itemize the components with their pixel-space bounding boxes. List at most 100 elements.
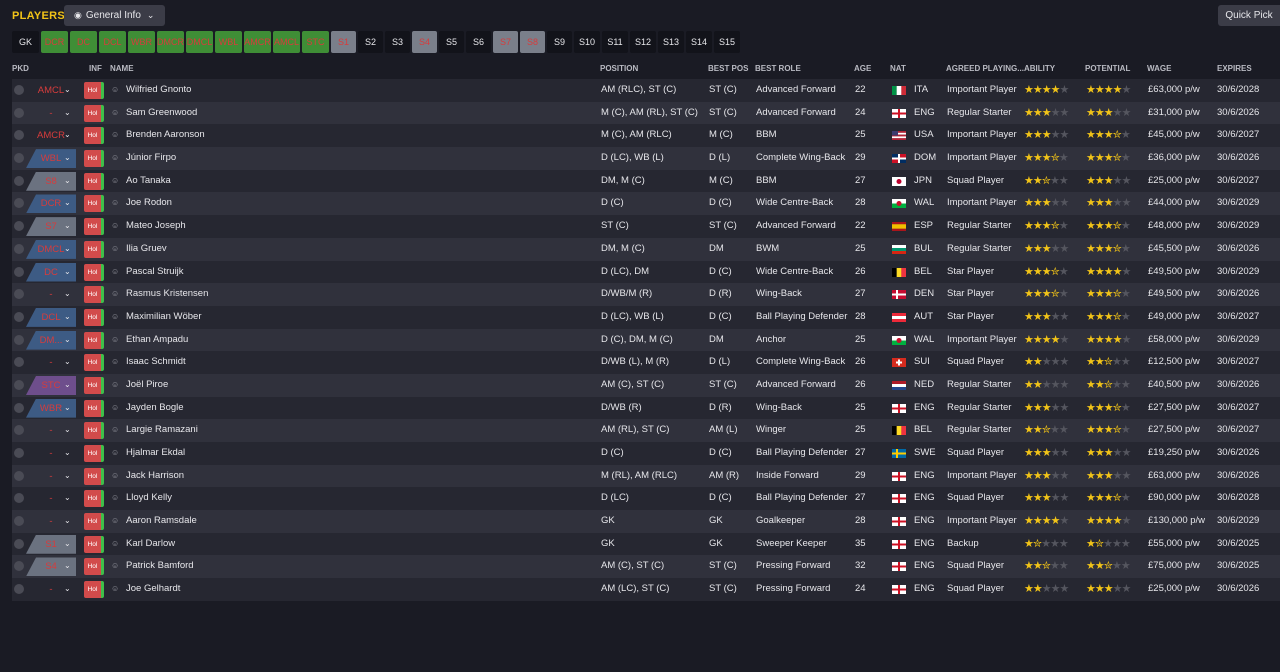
chevron-down-icon[interactable]: ⌄: [64, 465, 71, 488]
player-name[interactable]: Jack Harrison: [126, 465, 184, 488]
chevron-down-icon[interactable]: ⌄: [64, 329, 71, 352]
slot-dcl[interactable]: DCL: [99, 31, 126, 53]
table-row[interactable]: WBR ⌄ Hol ☺ Jayden Bogle D/WB (R) D (R) Wing-Ba…: [12, 396, 1280, 420]
col-wage[interactable]: WAGE: [1147, 64, 1171, 73]
table-row[interactable]: DM... ⌄ Hol ☺ Ethan Ampadu D (C), DM, M (C) DM…: [12, 328, 1280, 352]
chevron-down-icon[interactable]: ⌄: [64, 124, 71, 147]
player-name[interactable]: Isaac Schmidt: [126, 351, 186, 374]
table-row[interactable]: - ⌄ Hol ☺ Jack Harrison M (RL), AM (RLC) AM (R…: [12, 464, 1280, 488]
player-name[interactable]: Mateo Joseph: [126, 215, 186, 238]
player-name[interactable]: Lloyd Kelly: [126, 487, 172, 510]
slot-s14[interactable]: S14: [686, 31, 712, 53]
player-name[interactable]: Ao Tanaka: [126, 170, 171, 193]
player-name[interactable]: Largie Ramazani: [126, 419, 198, 442]
select-checkbox[interactable]: [14, 379, 24, 390]
player-name[interactable]: Wilfried Gnonto: [126, 79, 191, 102]
slot-s11[interactable]: S11: [602, 31, 628, 53]
quick-pick-button[interactable]: Quick Pick: [1218, 5, 1280, 26]
table-row[interactable]: - ⌄ Hol ☺ Rasmus Kristensen D/WB/M (R) D (R) Wi…: [12, 283, 1280, 306]
col-expires[interactable]: EXPIRES: [1217, 64, 1252, 73]
col-potential[interactable]: POTENTIAL: [1085, 64, 1130, 73]
player-name[interactable]: Rasmus Kristensen: [126, 283, 208, 306]
select-checkbox[interactable]: [14, 289, 24, 300]
chevron-down-icon[interactable]: ⌄: [64, 533, 71, 556]
select-checkbox[interactable]: [14, 402, 24, 413]
chevron-down-icon[interactable]: ⌄: [64, 238, 71, 261]
col-ability[interactable]: ABILITY: [1024, 64, 1055, 73]
table-row[interactable]: DCR ⌄ Hol ☺ Joe Rodon D (C) D (C) Wide Centre-B…: [12, 192, 1280, 216]
player-name[interactable]: Joël Piroe: [126, 374, 168, 397]
chevron-down-icon[interactable]: ⌄: [64, 283, 71, 306]
select-checkbox[interactable]: [14, 85, 24, 95]
slot-wbl[interactable]: WBL: [215, 31, 242, 53]
select-checkbox[interactable]: [14, 311, 24, 322]
player-name[interactable]: Patrick Bamford: [126, 555, 194, 578]
chevron-down-icon[interactable]: ⌄: [64, 578, 71, 601]
select-checkbox[interactable]: [14, 130, 24, 141]
table-row[interactable]: - ⌄ Hol ☺ Sam Greenwood M (C), AM (RL), ST (C…: [12, 101, 1280, 125]
slot-s10[interactable]: S10: [574, 31, 600, 53]
select-checkbox[interactable]: [14, 470, 24, 481]
slot-amcr[interactable]: AMCR: [244, 31, 271, 53]
player-name[interactable]: Júnior Firpo: [126, 147, 176, 170]
chevron-down-icon[interactable]: ⌄: [64, 397, 71, 420]
table-row[interactable]: WBL ⌄ Hol ☺ Júnior Firpo D (LC), WB (L) D (L) C…: [12, 147, 1280, 170]
table-row[interactable]: - ⌄ Hol ☺ Joe Gelhardt AM (LC), ST (C) ST (C) P…: [12, 578, 1280, 601]
select-checkbox[interactable]: [14, 153, 24, 164]
slot-s9[interactable]: S9: [547, 31, 572, 53]
slot-s1[interactable]: S1: [331, 31, 356, 53]
table-row[interactable]: - ⌄ Hol ☺ Lloyd Kelly D (LC) D (C) Ball Playing…: [12, 487, 1280, 511]
table-row[interactable]: S4 ⌄ Hol ☺ Patrick Bamford AM (C), ST (C) ST (…: [12, 555, 1280, 579]
slot-s13[interactable]: S13: [658, 31, 684, 53]
select-checkbox[interactable]: [14, 584, 24, 595]
table-row[interactable]: DMCL ⌄ Hol ☺ Ilia Gruev DM, M (C) DM BWM 25 BUL Re…: [12, 237, 1280, 261]
slot-s3[interactable]: S3: [385, 31, 410, 53]
select-checkbox[interactable]: [14, 538, 24, 549]
slot-s15[interactable]: S15: [714, 31, 740, 53]
select-checkbox[interactable]: [14, 266, 24, 277]
chevron-down-icon[interactable]: ⌄: [64, 170, 71, 193]
player-name[interactable]: Maximilian Wöber: [126, 306, 202, 329]
slot-s6[interactable]: S6: [466, 31, 491, 53]
select-checkbox[interactable]: [14, 493, 24, 504]
chevron-down-icon[interactable]: ⌄: [64, 215, 71, 238]
slot-dcr[interactable]: DCR: [41, 31, 68, 53]
player-name[interactable]: Ethan Ampadu: [126, 329, 188, 352]
slot-s4[interactable]: S4: [412, 31, 437, 53]
slot-s2[interactable]: S2: [358, 31, 383, 53]
table-row[interactable]: S8 ⌄ Hol ☺ Ao Tanaka DM, M (C) M (C) BBM 27 JPN Sq…: [12, 169, 1280, 193]
chevron-down-icon[interactable]: ⌄: [64, 442, 71, 465]
select-checkbox[interactable]: [14, 198, 24, 209]
table-row[interactable]: AMCR ⌄ Hol ☺ Brenden Aaronson M (C), AM (RLC)…: [12, 124, 1280, 148]
chevron-down-icon[interactable]: ⌄: [64, 79, 71, 102]
table-row[interactable]: S7 ⌄ Hol ☺ Mateo Joseph ST (C) ST (C) Advanced …: [12, 215, 1280, 238]
table-row[interactable]: - ⌄ Hol ☺ Hjalmar Ekdal D (C) D (C) Ball Playin…: [12, 442, 1280, 465]
chevron-down-icon[interactable]: ⌄: [64, 306, 71, 329]
player-name[interactable]: Brenden Aaronson: [126, 124, 205, 147]
table-row[interactable]: AMCL ⌄ Hol ☺ Wilfried Gnonto AM (RLC), ST (C)…: [12, 79, 1280, 102]
player-name[interactable]: Jayden Bogle: [126, 397, 184, 420]
slot-s7[interactable]: S7: [493, 31, 518, 53]
view-dropdown[interactable]: ◉ General Info ⌄: [64, 5, 165, 26]
slot-dmcl[interactable]: DMCL: [186, 31, 213, 53]
table-row[interactable]: - ⌄ Hol ☺ Aaron Ramsdale GK GK Goalkeeper 28 ENG I…: [12, 510, 1280, 533]
col-agreed[interactable]: AGREED PLAYING...: [946, 64, 1024, 73]
chevron-down-icon[interactable]: ⌄: [64, 555, 71, 578]
chevron-down-icon[interactable]: ⌄: [64, 487, 71, 510]
chevron-down-icon[interactable]: ⌄: [64, 147, 71, 170]
select-checkbox[interactable]: [14, 516, 24, 527]
table-row[interactable]: DC ⌄ Hol ☺ Pascal Struijk D (LC), DM D (C) Wide…: [12, 260, 1280, 284]
col-pkd[interactable]: PKD: [12, 64, 29, 73]
slot-wbr[interactable]: WBR: [128, 31, 155, 53]
chevron-down-icon[interactable]: ⌄: [64, 510, 71, 533]
col-name[interactable]: NAME: [110, 64, 134, 73]
chevron-down-icon[interactable]: ⌄: [64, 374, 71, 397]
player-name[interactable]: Sam Greenwood: [126, 102, 197, 125]
table-row[interactable]: - ⌄ Hol ☺ Largie Ramazani AM (RL), ST (C) AM (…: [12, 419, 1280, 442]
chevron-down-icon[interactable]: ⌄: [64, 261, 71, 284]
player-name[interactable]: Joe Gelhardt: [126, 578, 180, 601]
col-best-pos[interactable]: BEST POS: [708, 64, 748, 73]
select-checkbox[interactable]: [14, 357, 24, 368]
player-name[interactable]: Pascal Struijk: [126, 261, 184, 284]
slot-s8[interactable]: S8: [520, 31, 545, 53]
